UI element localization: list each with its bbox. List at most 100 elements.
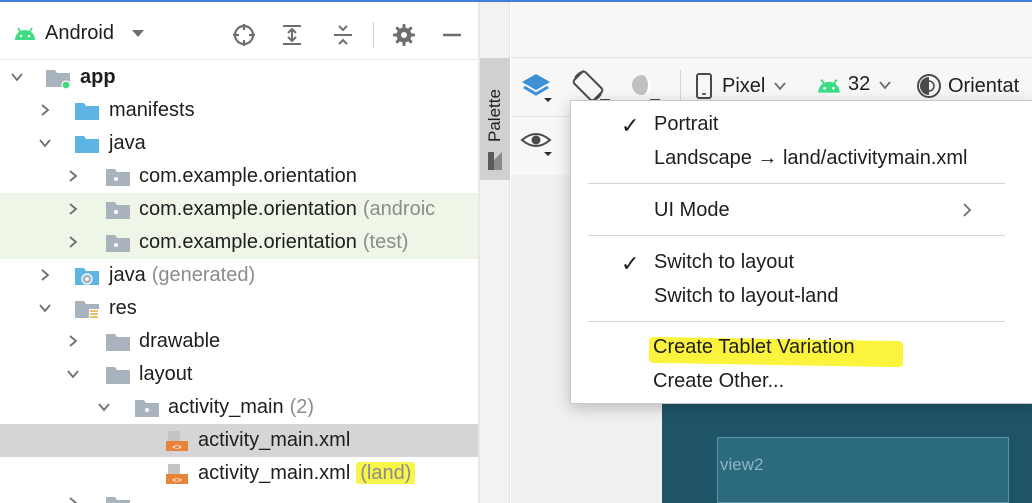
design-surface-button[interactable]	[520, 72, 554, 104]
header-separator	[373, 22, 374, 48]
tree-item-label: java	[109, 132, 146, 154]
android-icon	[818, 78, 840, 93]
tree-item-drawable[interactable]: drawable	[0, 325, 478, 358]
tree-item-label: activity_main.xml	[198, 429, 351, 451]
tree-item-suffix: (2)	[289, 396, 315, 418]
chevron-right-icon[interactable]	[38, 268, 52, 282]
chevron-down-icon[interactable]	[38, 136, 52, 150]
menu-item-create-tablet-variation[interactable]: Create Tablet Variation	[570, 330, 1032, 364]
tree-item-partial[interactable]	[0, 490, 478, 503]
tree-item-activity-main-xml-land[interactable]: <> activity_main.xml (land)	[0, 457, 478, 490]
collapse-all-button[interactable]	[329, 21, 357, 49]
api-level-selector[interactable]: 32	[816, 73, 892, 96]
tree-item-activity-main-group[interactable]: activity_main (2)	[0, 391, 478, 424]
palette-tab-label: Palette	[485, 89, 504, 142]
gear-icon	[393, 24, 415, 46]
eye-icon	[520, 133, 552, 156]
chevron-down-icon[interactable]	[10, 70, 24, 84]
generated-folder-icon	[75, 268, 99, 285]
menu-item-label: Create Tablet Variation	[653, 336, 855, 358]
layers-icon	[522, 74, 552, 102]
tree-item-suffix: (androic	[362, 198, 436, 220]
tree-item-java-generated[interactable]: java (generated)	[0, 259, 478, 292]
toolbar-separator	[680, 70, 681, 102]
android-icon	[15, 27, 35, 40]
minimize-icon	[443, 33, 461, 37]
tree-item-label: activity_main (2)	[168, 396, 315, 418]
chevron-right-icon[interactable]	[66, 235, 80, 249]
package-icon	[106, 169, 130, 186]
tree-item-label: drawable	[139, 330, 221, 352]
crosshair-icon	[233, 24, 255, 46]
project-panel: Android app manifests java com.example.o…	[0, 2, 478, 503]
tree-item-java[interactable]: java	[0, 127, 478, 160]
svg-text:<>: <>	[172, 443, 182, 452]
tree-item-label: java (generated)	[109, 264, 256, 286]
settings-button[interactable]	[390, 21, 418, 49]
folder-icon	[75, 103, 99, 120]
tree-item-package[interactable]: com.example.orientation	[0, 160, 478, 193]
view2-label: view2	[720, 455, 764, 474]
tree-item-label: com.example.orientation (androic	[139, 198, 436, 220]
chevron-right-icon[interactable]	[66, 202, 80, 216]
tree-item-suffix: (land)	[356, 462, 416, 484]
collapse-all-icon	[334, 25, 352, 45]
resource-folder-icon	[75, 301, 99, 319]
tree-item-label: com.example.orientation (test)	[139, 231, 409, 253]
tree-item-label: manifests	[109, 99, 195, 121]
tree-item-label: layout	[139, 363, 193, 385]
menu-item-create-other[interactable]: Create Other...	[570, 364, 1032, 398]
phone-icon	[696, 73, 712, 99]
tree-item-manifests[interactable]: manifests	[0, 94, 478, 127]
chevron-right-icon[interactable]	[66, 169, 80, 183]
folder-icon	[106, 367, 130, 384]
folder-icon	[135, 400, 159, 417]
chevron-down-icon[interactable]	[38, 301, 52, 315]
chevron-right-icon[interactable]	[66, 496, 80, 503]
orientation-menu-overlay: Create Tablet Variation Create Other...	[570, 100, 1032, 404]
project-panel-header: Android	[0, 2, 478, 60]
menu-item-label: Create Other...	[653, 370, 785, 392]
orientation-button[interactable]	[572, 70, 612, 104]
api-level-value: 32	[848, 73, 871, 95]
chevron-down-icon	[879, 80, 891, 89]
chevron-down-icon[interactable]	[131, 29, 145, 38]
tree-item-package-android-test[interactable]: com.example.orientation (androic	[0, 193, 478, 226]
tree-item-package-test[interactable]: com.example.orientation (test)	[0, 226, 478, 259]
layout-file-icon: <>	[166, 431, 188, 452]
tree-item-label: activity_main.xml (land)	[198, 462, 416, 485]
tree-item-layout[interactable]: layout	[0, 358, 478, 391]
expand-all-button[interactable]	[278, 21, 306, 49]
folder-icon	[106, 497, 130, 503]
tree-item-label: res	[109, 297, 137, 319]
package-icon	[106, 202, 130, 219]
chevron-down-icon[interactable]	[66, 367, 80, 381]
project-view-selector[interactable]: Android	[45, 22, 114, 45]
tree-item-label: com.example.orientation	[139, 165, 357, 187]
expand-all-icon	[283, 25, 301, 45]
orientation-label: Orientat	[948, 74, 1020, 97]
tree-item-activity-main-xml[interactable]: <> activity_main.xml	[0, 424, 478, 457]
tree-item-res[interactable]: res	[0, 292, 478, 325]
folder-icon	[106, 334, 130, 351]
chevron-down-icon	[774, 82, 787, 91]
module-folder-icon	[46, 70, 71, 89]
palette-icon	[488, 152, 502, 170]
tree-item-app[interactable]: app	[0, 61, 478, 94]
chevron-right-icon[interactable]	[66, 334, 80, 348]
folder-icon	[75, 136, 99, 153]
select-opened-file-button[interactable]	[230, 21, 258, 49]
tree-item-suffix: (test)	[362, 231, 409, 253]
package-icon	[106, 235, 130, 252]
editor-tab-area	[511, 2, 1032, 58]
tree-item-suffix: (generated)	[151, 264, 256, 286]
chevron-down-icon[interactable]	[97, 400, 111, 414]
rotate-device-icon	[572, 70, 610, 102]
svg-text:<>: <>	[172, 476, 182, 485]
view-options-button[interactable]	[520, 128, 558, 160]
hide-panel-button[interactable]	[438, 21, 466, 49]
theme-orientation-selector[interactable]: Orientat	[916, 73, 1019, 99]
device-selector[interactable]: Pixel	[694, 73, 787, 99]
device-name: Pixel	[722, 74, 766, 97]
chevron-right-icon[interactable]	[38, 103, 52, 117]
